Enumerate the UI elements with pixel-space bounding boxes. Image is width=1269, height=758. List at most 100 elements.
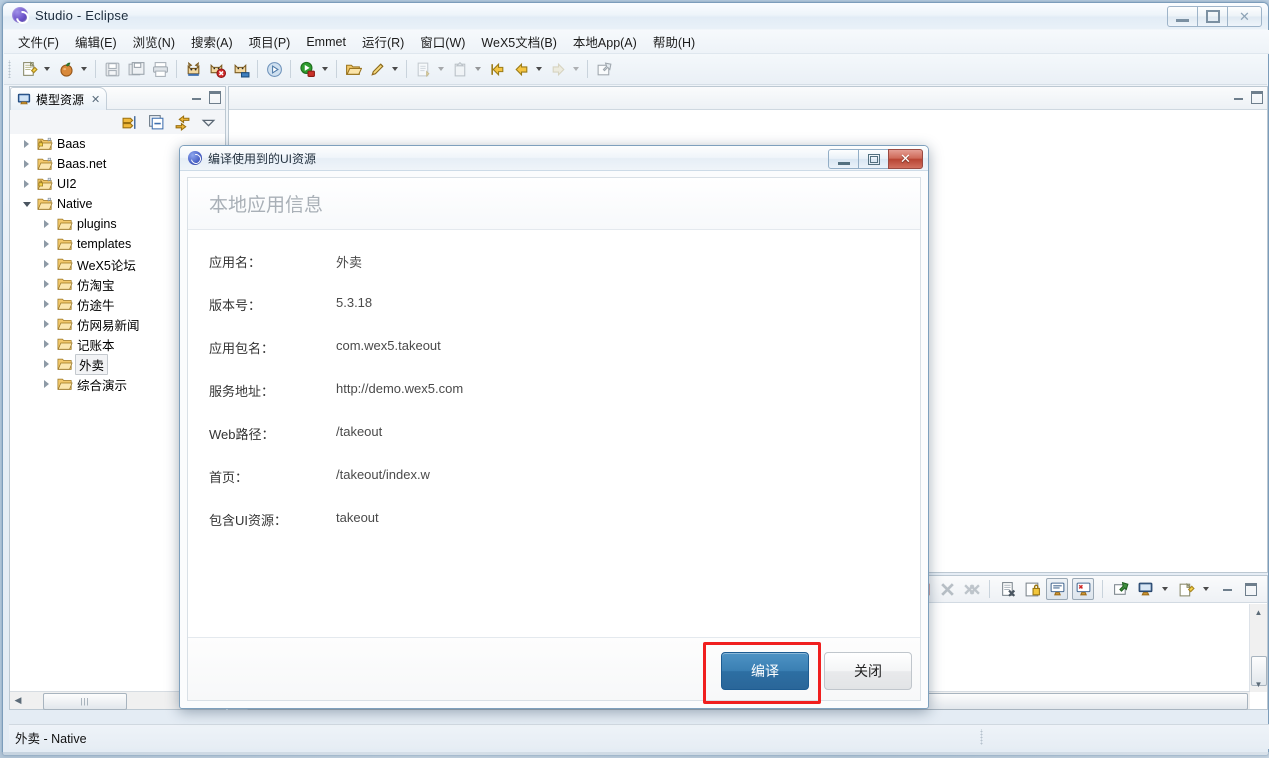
scroll-down-icon[interactable]: ▼ (1250, 676, 1267, 692)
sync-icon[interactable] (174, 114, 191, 131)
menu-bar: 文件(F) 编辑(E) 浏览(N) 搜索(A) 项目(P) Emmet 运行(R… (4, 30, 1269, 54)
toolbar-grip[interactable] (7, 60, 14, 78)
field-label: 服务地址： (209, 384, 275, 399)
chevron-right-icon[interactable] (20, 140, 33, 148)
menu-navigate[interactable]: 浏览(N) (125, 29, 183, 54)
chevron-right-icon[interactable] (40, 300, 53, 308)
menu-wex5-doc[interactable]: WeX5文档(B) (473, 29, 564, 54)
minimize-icon[interactable] (1234, 96, 1243, 100)
toolbar-separator (290, 60, 291, 78)
dialog-close-button[interactable]: ✕ (888, 149, 923, 169)
tab-model-resource-label: 模型资源 (36, 92, 85, 107)
debug-cat-icon[interactable] (182, 58, 204, 80)
window-close-button[interactable]: ✕ (1227, 6, 1262, 27)
toolbar-separator (257, 60, 258, 78)
maximize-icon[interactable] (209, 91, 221, 104)
open-type-icon[interactable] (342, 58, 364, 80)
restart-cat-icon[interactable] (230, 58, 252, 80)
open-console-icon[interactable] (1176, 579, 1196, 599)
tree-item-label: 仿淘宝 (77, 278, 115, 293)
new-window-icon[interactable] (593, 58, 615, 80)
chevron-right-icon[interactable] (40, 320, 53, 328)
chevron-down-icon[interactable] (20, 202, 33, 207)
tree-item-label: templates (77, 237, 132, 251)
form-row: 服务地址： http://demo.wex5.com (188, 381, 920, 424)
close-button[interactable]: 关闭 (824, 652, 912, 690)
pen-dropdown-icon[interactable] (389, 58, 400, 80)
scroll-left-icon[interactable]: ◀ (10, 693, 26, 708)
console-minimize-button[interactable] (1217, 579, 1237, 599)
install-icon[interactable] (55, 58, 77, 80)
toolbar-separator (336, 60, 337, 78)
toolbar-separator (176, 60, 177, 78)
chevron-right-icon[interactable] (40, 220, 53, 228)
menu-local-app[interactable]: 本地App(A) (565, 29, 645, 54)
status-grip[interactable] (979, 729, 986, 745)
tree-item-label: Baas (57, 137, 86, 151)
install-dropdown-icon[interactable] (78, 58, 89, 80)
dialog-minimize-button[interactable] (828, 149, 859, 169)
menu-help[interactable]: 帮助(H) (645, 29, 703, 54)
clear-console-icon[interactable] (998, 579, 1018, 599)
maximize-icon[interactable] (1251, 91, 1263, 104)
compile-button[interactable]: 编译 (721, 652, 809, 690)
display-selected-console-dropdown-icon[interactable] (1159, 578, 1170, 600)
link-with-editor-icon[interactable] (122, 114, 139, 131)
menu-file[interactable]: 文件(F) (10, 29, 67, 54)
window-maximize-button[interactable] (1197, 6, 1228, 27)
menu-emmet[interactable]: Emmet (298, 32, 354, 52)
run-icon[interactable] (296, 58, 318, 80)
menu-window[interactable]: 窗口(W) (412, 29, 473, 54)
console-maximize-button[interactable] (1241, 579, 1261, 599)
tab-model-resource[interactable]: 模型资源 ✕ (10, 87, 108, 110)
last-edit-location-icon[interactable] (486, 58, 508, 80)
chevron-right-icon[interactable] (20, 180, 33, 188)
next-annotation-dropdown-icon (435, 58, 446, 80)
display-selected-console-icon[interactable] (1135, 579, 1155, 599)
chevron-right-icon[interactable] (40, 380, 53, 388)
chevron-right-icon[interactable] (20, 160, 33, 168)
collapse-all-icon[interactable] (148, 114, 165, 131)
dialog-window-controls: ✕ (828, 149, 923, 169)
remove-launch-icon (937, 579, 957, 599)
console-separator (1102, 580, 1103, 598)
eclipse-logo-icon (12, 7, 28, 23)
save-icon (101, 58, 123, 80)
pen-icon[interactable] (366, 58, 388, 80)
menu-search[interactable]: 搜索(A) (183, 29, 241, 54)
menu-run[interactable]: 运行(R) (354, 29, 412, 54)
menu-edit[interactable]: 编辑(E) (67, 29, 125, 54)
chevron-right-icon[interactable] (40, 340, 53, 348)
dialog-restore-button[interactable] (858, 149, 889, 169)
run-dropdown-icon[interactable] (319, 58, 330, 80)
chevron-right-icon[interactable] (40, 260, 53, 268)
editor-view-controls (1234, 91, 1263, 104)
scroll-up-icon[interactable]: ▲ (1250, 604, 1267, 620)
new-icon[interactable] (18, 58, 40, 80)
pin-console-icon[interactable] (1111, 579, 1131, 599)
scroll-lock-icon[interactable] (1022, 579, 1042, 599)
back-icon[interactable] (510, 58, 532, 80)
minimize-icon[interactable] (192, 96, 201, 100)
open-console-dropdown-icon[interactable] (1200, 578, 1211, 600)
folder-icon (57, 277, 73, 291)
close-icon[interactable]: ✕ (91, 93, 100, 106)
chevron-right-icon[interactable] (40, 240, 53, 248)
hscroll-thumb[interactable]: ||| (43, 693, 127, 710)
show-console-on-error-icon[interactable] (1072, 578, 1094, 600)
field-label: Web路径： (209, 427, 275, 442)
view-menu-icon[interactable] (200, 114, 217, 131)
tree-item-label: WeX5论坛 (77, 258, 136, 273)
console-vscrollbar[interactable]: ▲ ▼ (1249, 604, 1267, 692)
show-console-on-output-icon[interactable] (1046, 578, 1068, 600)
menu-project[interactable]: 项目(P) (241, 29, 299, 54)
new-dropdown-icon[interactable] (41, 58, 52, 80)
chevron-right-icon[interactable] (40, 360, 53, 368)
terminate-cat-icon[interactable] (206, 58, 228, 80)
chevron-right-icon[interactable] (40, 280, 53, 288)
field-value: com.wex5.takeout (336, 338, 441, 353)
back-dropdown-icon[interactable] (533, 58, 544, 80)
tree-item-label: 记账本 (77, 338, 115, 353)
debug-icon[interactable] (263, 58, 285, 80)
window-minimize-button[interactable] (1167, 6, 1198, 27)
